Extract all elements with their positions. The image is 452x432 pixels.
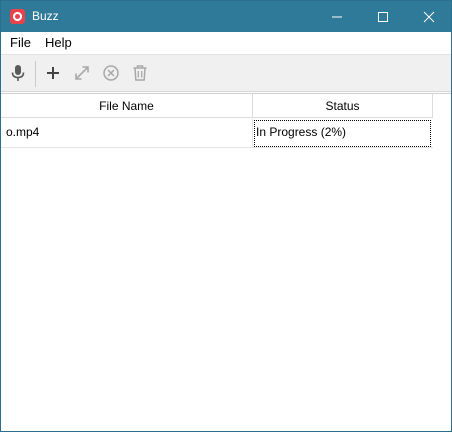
- table-row[interactable]: o.mp4 In Progress (2%): [1, 119, 433, 148]
- transcription-table: File Name Status o.mp4 In Progress (2%): [1, 93, 451, 431]
- focus-rectangle: [254, 120, 431, 147]
- delete-button[interactable]: [130, 63, 150, 83]
- toolbar-separator: [35, 61, 36, 87]
- open-transcript-button[interactable]: [72, 63, 92, 83]
- minimize-button[interactable]: [314, 1, 360, 32]
- status-cell[interactable]: In Progress (2%): [253, 119, 433, 148]
- toolbar: [1, 54, 451, 92]
- cancel-transcription-button[interactable]: [101, 63, 121, 83]
- app-window: Buzz File Help File Name Status o.mp4 In…: [0, 0, 452, 432]
- add-file-button[interactable]: [43, 63, 63, 83]
- column-header-status[interactable]: Status: [253, 94, 433, 118]
- file-name-cell[interactable]: o.mp4: [1, 119, 253, 148]
- menu-help[interactable]: Help: [45, 35, 72, 51]
- expand-icon: [75, 66, 89, 80]
- trash-icon: [133, 65, 147, 81]
- column-header-file-name[interactable]: File Name: [1, 94, 253, 118]
- cancel-circle-icon: [103, 65, 119, 81]
- title-bar[interactable]: Buzz: [1, 1, 451, 32]
- microphone-icon: [11, 65, 25, 81]
- maximize-icon: [378, 12, 388, 22]
- minimize-icon: [332, 16, 342, 18]
- app-logo-icon: [10, 9, 25, 24]
- maximize-button[interactable]: [360, 1, 406, 32]
- menu-bar: File Help: [1, 32, 451, 54]
- window-title: Buzz: [32, 9, 59, 23]
- record-button[interactable]: [8, 63, 28, 83]
- menu-file[interactable]: File: [10, 35, 31, 51]
- close-icon: [423, 11, 435, 23]
- close-button[interactable]: [406, 1, 452, 32]
- plus-icon: [47, 67, 59, 79]
